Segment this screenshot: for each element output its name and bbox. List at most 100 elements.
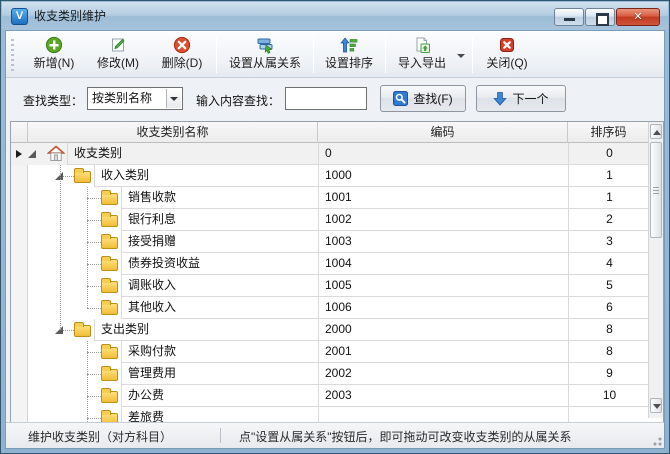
folder-icon <box>101 237 118 249</box>
expand-collapse-icon[interactable] <box>55 326 63 334</box>
code-cell[interactable] <box>318 407 568 423</box>
search-type-select[interactable]: 按类别名称 <box>87 87 183 110</box>
folder-icon <box>101 369 118 381</box>
next-button[interactable]: 下一个 <box>476 85 566 112</box>
app-window: V 收支类别维护 新增(N) 修改(M) <box>0 0 670 454</box>
category-name-cell[interactable]: 债券投资收益 <box>121 253 318 275</box>
sortcode-cell[interactable]: 3 <box>568 231 650 253</box>
tree-row[interactable]: 管理费用20029 <box>11 363 650 385</box>
find-button[interactable]: 查找(F) <box>380 85 466 112</box>
tree-row[interactable]: 支出类别20008 <box>11 319 650 341</box>
sortcode-cell[interactable]: 5 <box>568 275 650 297</box>
toolbar-grip[interactable] <box>11 39 14 71</box>
tree-row[interactable]: 调账收入10055 <box>11 275 650 297</box>
code-cell[interactable]: 2000 <box>318 319 568 341</box>
column-header-code[interactable]: 编码 <box>318 122 568 143</box>
add-button[interactable]: 新增(N) <box>24 34 84 75</box>
tree-row[interactable]: 差旅费 <box>11 407 650 423</box>
tree-row[interactable]: 其他收入10066 <box>11 297 650 319</box>
code-cell[interactable]: 2003 <box>318 385 568 407</box>
close-window-button[interactable]: 关闭(Q) <box>477 34 537 75</box>
vertical-scrollbar[interactable] <box>648 122 663 418</box>
category-name-cell[interactable]: 办公费 <box>121 385 318 407</box>
close-button[interactable] <box>616 8 660 26</box>
tree-row[interactable]: 收支类别00 <box>11 143 650 165</box>
expand-collapse-icon[interactable] <box>28 150 36 158</box>
scroll-down-icon[interactable] <box>650 398 662 413</box>
status-bar: 维护收支类别（对方科目） 点"设置从属关系"按钮后，即可拖动可改变收支类别的从属… <box>6 422 664 448</box>
category-name-cell[interactable]: 收支类别 <box>67 143 318 165</box>
set-sort-button[interactable]: 设置排序 <box>317 34 381 75</box>
category-name-cell[interactable]: 管理费用 <box>121 363 318 385</box>
category-name-cell[interactable]: 采购付款 <box>121 341 318 363</box>
folder-icon <box>101 391 118 403</box>
category-name-cell[interactable]: 其他收入 <box>121 297 318 319</box>
tree-row[interactable]: 采购付款20018 <box>11 341 650 363</box>
row-indicator-column-header <box>11 122 28 143</box>
folder-icon <box>101 303 118 315</box>
import-export-label: 导入导出 <box>390 55 454 71</box>
tree-guide-line <box>60 165 61 330</box>
sortcode-cell[interactable]: 1 <box>568 165 650 187</box>
column-header-sortcode[interactable]: 排序码 <box>568 122 650 143</box>
sortcode-cell[interactable]: 10 <box>568 385 650 407</box>
next-label: 下一个 <box>512 90 548 107</box>
scrollbar-thumb[interactable] <box>650 142 662 238</box>
sortcode-cell[interactable]: 0 <box>568 143 650 165</box>
folder-icon <box>74 325 91 337</box>
code-cell[interactable]: 1001 <box>318 187 568 209</box>
sortcode-cell[interactable]: 6 <box>568 297 650 319</box>
chevron-down-icon[interactable] <box>166 89 181 108</box>
category-name-cell[interactable]: 差旅费 <box>121 407 318 423</box>
column-header-name[interactable]: 收支类别名称 <box>28 122 318 143</box>
toolbar: 新增(N) 修改(M) 删除(D) 设置从属关系 <box>6 31 664 78</box>
sortcode-cell[interactable]: 8 <box>568 319 650 341</box>
import-export-dropdown-caret-icon[interactable] <box>456 51 466 61</box>
sortcode-cell[interactable]: 9 <box>568 363 650 385</box>
category-name-cell[interactable]: 销售收款 <box>121 187 318 209</box>
window-content: 新增(N) 修改(M) 删除(D) 设置从属关系 <box>5 30 665 449</box>
import-export-button[interactable]: 导入导出 <box>390 34 454 75</box>
tree-row[interactable]: 收入类别10001 <box>11 165 650 187</box>
tree-row[interactable]: 接受捐赠10033 <box>11 231 650 253</box>
delete-icon <box>173 36 191 54</box>
search-input[interactable] <box>285 87 367 110</box>
code-cell[interactable]: 2001 <box>318 341 568 363</box>
resize-grip[interactable] <box>650 434 662 446</box>
delete-button[interactable]: 删除(D) <box>152 34 212 75</box>
code-cell[interactable]: 1006 <box>318 297 568 319</box>
folder-icon <box>101 281 118 293</box>
app-logo-icon: V <box>11 8 28 25</box>
minimize-button[interactable] <box>554 8 584 26</box>
tree-row[interactable]: 办公费200310 <box>11 385 650 407</box>
code-cell[interactable]: 0 <box>318 143 568 165</box>
sortcode-cell[interactable] <box>568 407 650 423</box>
maximize-button[interactable] <box>585 8 615 26</box>
tree-connector-line <box>87 418 101 419</box>
category-name-cell[interactable]: 收入类别 <box>94 165 318 187</box>
category-name-cell[interactable]: 银行利息 <box>121 209 318 231</box>
category-name-cell[interactable]: 调账收入 <box>121 275 318 297</box>
sortcode-cell[interactable]: 2 <box>568 209 650 231</box>
edit-icon <box>109 36 127 54</box>
code-cell[interactable]: 1004 <box>318 253 568 275</box>
title-bar[interactable]: V 收支类别维护 <box>2 2 668 30</box>
sortcode-cell[interactable]: 8 <box>568 341 650 363</box>
sortcode-cell[interactable]: 4 <box>568 253 650 275</box>
code-cell[interactable]: 2002 <box>318 363 568 385</box>
expand-collapse-icon[interactable] <box>55 172 63 180</box>
scroll-up-icon[interactable] <box>650 124 662 139</box>
search-input-label: 输入内容查找： <box>196 92 280 109</box>
edit-button[interactable]: 修改(M) <box>88 34 148 75</box>
code-cell[interactable]: 1005 <box>318 275 568 297</box>
category-name-cell[interactable]: 支出类别 <box>94 319 318 341</box>
tree-row[interactable]: 债券投资收益10044 <box>11 253 650 275</box>
code-cell[interactable]: 1003 <box>318 231 568 253</box>
sortcode-cell[interactable]: 1 <box>568 187 650 209</box>
code-cell[interactable]: 1002 <box>318 209 568 231</box>
category-name-cell[interactable]: 接受捐赠 <box>121 231 318 253</box>
tree-row[interactable]: 银行利息10022 <box>11 209 650 231</box>
code-cell[interactable]: 1000 <box>318 165 568 187</box>
tree-row[interactable]: 销售收款10011 <box>11 187 650 209</box>
set-relation-button[interactable]: 设置从属关系 <box>221 34 309 75</box>
